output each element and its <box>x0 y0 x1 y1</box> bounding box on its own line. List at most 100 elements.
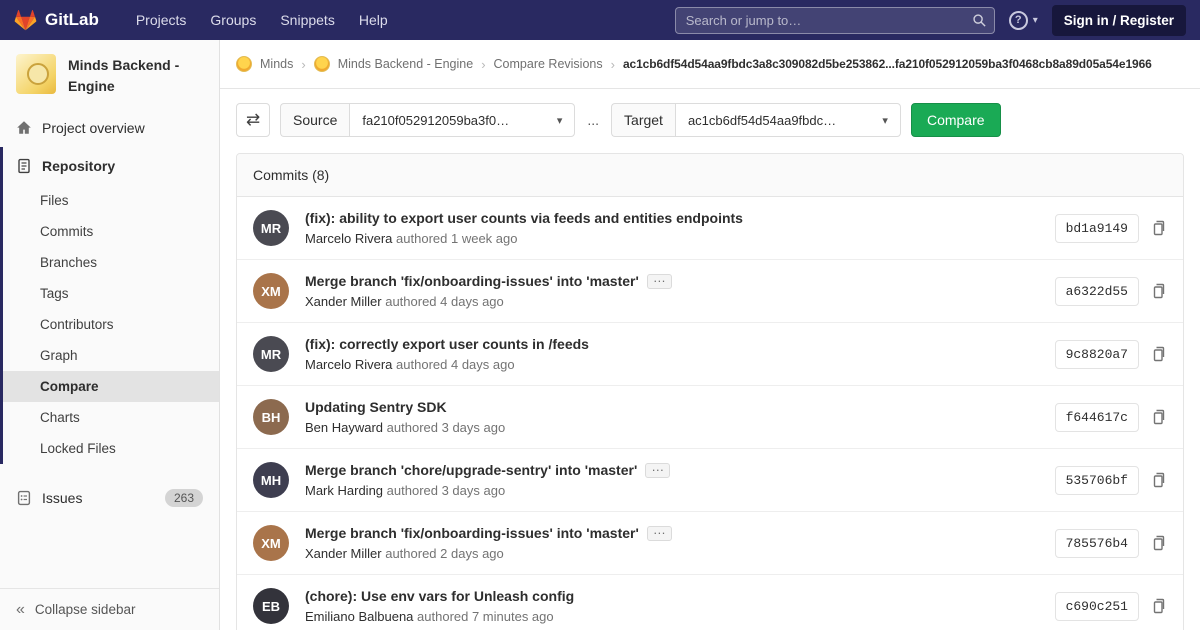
chevron-right-icon: › <box>610 56 615 72</box>
commit-author-link[interactable]: Marcelo Rivera <box>305 231 392 246</box>
sidebar-item-charts[interactable]: Charts <box>3 402 219 433</box>
help-dropdown[interactable]: ? ▾ <box>1008 10 1038 30</box>
project-avatar <box>16 54 56 94</box>
commit-row: XM Merge branch 'fix/onboarding-issues' … <box>237 260 1183 323</box>
copy-commit-sha-button[interactable] <box>1151 409 1167 425</box>
sign-in-register-button[interactable]: Sign in / Register <box>1051 4 1186 36</box>
commit-sha[interactable]: 535706bf <box>1054 465 1139 495</box>
target-ref-dropdown[interactable]: ac1cb6df54d54aa9fbdc… ▾ <box>674 103 901 137</box>
nav-projects[interactable]: Projects <box>125 6 198 34</box>
compare-button[interactable]: Compare <box>910 103 1001 137</box>
commit-title-link[interactable]: Merge branch 'fix/onboarding-issues' int… <box>305 273 639 289</box>
copy-commit-sha-button[interactable] <box>1151 535 1167 551</box>
commit-sha[interactable]: 785576b4 <box>1054 528 1139 558</box>
avatar: MR <box>253 336 289 372</box>
repository-submenu: Files Commits Branches Tags Contributors… <box>3 185 219 464</box>
commit-title-link[interactable]: (chore): Use env vars for Unleash config <box>305 588 574 604</box>
repository-icon <box>16 158 32 174</box>
nav-help[interactable]: Help <box>348 6 399 34</box>
chevron-down-icon: ▾ <box>882 114 888 127</box>
commit-sha[interactable]: bd1a9149 <box>1054 213 1139 243</box>
commit-sha[interactable]: f644617c <box>1054 402 1139 432</box>
nav-snippets[interactable]: Snippets <box>269 6 345 34</box>
commit-author-link[interactable]: Marcelo Rivera <box>305 357 392 372</box>
chevron-right-icon: › <box>301 56 306 72</box>
avatar: MH <box>253 462 289 498</box>
breadcrumb-compare-revisions[interactable]: Compare Revisions <box>494 57 603 71</box>
search-input[interactable] <box>674 6 995 34</box>
commit-author-link[interactable]: Ben Hayward <box>305 420 383 435</box>
avatar: XM <box>253 273 289 309</box>
copy-commit-sha-button[interactable] <box>1151 283 1167 299</box>
copy-commit-sha-button[interactable] <box>1151 220 1167 236</box>
swap-icon: ⇄ <box>245 110 261 129</box>
source-ref-dropdown[interactable]: fa210f052912059ba3f0… ▾ <box>349 103 576 137</box>
commit-meta: Emiliano Balbuena authored 7 minutes ago <box>305 609 1039 624</box>
sidebar-item-graph[interactable]: Graph <box>3 340 219 371</box>
nav-groups[interactable]: Groups <box>199 6 267 34</box>
sidebar-item-commits[interactable]: Commits <box>3 216 219 247</box>
sidebar-item-locked-files[interactable]: Locked Files <box>3 433 219 464</box>
commit-time: authored 3 days ago <box>386 483 506 498</box>
compare-form: ⇄ Source fa210f052912059ba3f0… ▾ ... Tar… <box>220 89 1200 153</box>
commit-author-link[interactable]: Mark Harding <box>305 483 383 498</box>
swap-revisions-button[interactable]: ⇄ <box>236 103 270 137</box>
commit-title-link[interactable]: Merge branch 'fix/onboarding-issues' int… <box>305 525 639 541</box>
commit-row: EB (chore): Use env vars for Unleash con… <box>237 575 1183 630</box>
commit-sha[interactable]: a6322d55 <box>1054 276 1139 306</box>
sidebar-item-label: Project overview <box>42 120 145 136</box>
expand-commit-message-button[interactable]: … <box>646 523 672 541</box>
collapse-label: Collapse sidebar <box>34 602 136 617</box>
commit-title-link[interactable]: Merge branch 'chore/upgrade-sentry' into… <box>305 462 637 478</box>
breadcrumb: Minds › Minds Backend - Engine › Compare… <box>220 40 1200 89</box>
source-label: Source <box>280 103 350 137</box>
sidebar-item-files[interactable]: Files <box>3 185 219 216</box>
collapse-icon: « <box>16 600 25 618</box>
source-ref-value: fa210f052912059ba3f0… <box>362 112 510 128</box>
commit-sha[interactable]: c690c251 <box>1054 591 1139 621</box>
commit-meta: Marcelo Rivera authored 1 week ago <box>305 231 1039 246</box>
commit-time: authored 4 days ago <box>385 294 504 309</box>
help-icon: ? <box>1008 10 1028 30</box>
issues-count-badge: 263 <box>164 489 203 507</box>
commit-author-link[interactable]: Xander Miller <box>305 294 382 309</box>
commit-author-link[interactable]: Xander Miller <box>305 546 382 561</box>
commits-panel: Commits (8) MR (fix): ability to export … <box>236 153 1184 630</box>
commit-title-link[interactable]: (fix): ability to export user counts via… <box>305 210 743 226</box>
commit-meta: Xander Miller authored 2 days ago <box>305 546 1039 561</box>
gitlab-logo[interactable]: GitLab <box>14 9 99 31</box>
sidebar-item-tags[interactable]: Tags <box>3 278 219 309</box>
brand-text: GitLab <box>45 10 99 29</box>
copy-commit-sha-button[interactable] <box>1151 346 1167 362</box>
commit-time: authored 4 days ago <box>396 357 515 372</box>
sidebar-item-repository[interactable]: Repository <box>3 147 219 185</box>
commit-title-link[interactable]: Updating Sentry SDK <box>305 399 447 415</box>
sidebar-nav: Project overview Repository Files Commit… <box>0 109 219 518</box>
breadcrumb-group[interactable]: Minds <box>260 57 293 71</box>
collapse-sidebar-button[interactable]: « Collapse sidebar <box>0 588 219 630</box>
copy-commit-sha-button[interactable] <box>1151 598 1167 614</box>
commit-time: authored 1 week ago <box>396 231 518 246</box>
copy-commit-sha-button[interactable] <box>1151 472 1167 488</box>
project-header[interactable]: Minds Backend - Engine <box>0 40 219 107</box>
expand-commit-message-button[interactable]: … <box>646 271 672 289</box>
sidebar-item-contributors[interactable]: Contributors <box>3 309 219 340</box>
expand-commit-message-button[interactable]: … <box>645 460 671 478</box>
project-name: Minds Backend - Engine <box>68 57 180 94</box>
commit-time: authored 2 days ago <box>385 546 504 561</box>
target-group: Target ac1cb6df54d54aa9fbdc… ▾ <box>611 103 901 137</box>
commit-sha[interactable]: 9c8820a7 <box>1054 339 1139 369</box>
chevron-down-icon: ▾ <box>1032 14 1038 26</box>
commits-header: Commits (8) <box>237 154 1183 197</box>
commit-row: BH Updating Sentry SDK Ben Hayward autho… <box>237 386 1183 449</box>
sidebar-item-compare[interactable]: Compare <box>3 371 219 402</box>
breadcrumb-project[interactable]: Minds Backend - Engine <box>338 57 474 71</box>
sidebar-item-issues[interactable]: Issues 263 <box>0 478 219 518</box>
commit-meta: Xander Miller authored 4 days ago <box>305 294 1039 309</box>
sidebar-item-branches[interactable]: Branches <box>3 247 219 278</box>
commit-author-link[interactable]: Emiliano Balbuena <box>305 609 413 624</box>
sidebar-item-project-overview[interactable]: Project overview <box>0 109 219 147</box>
source-group: Source fa210f052912059ba3f0… ▾ <box>280 103 576 137</box>
search-icon <box>972 13 987 28</box>
commit-title-link[interactable]: (fix): correctly export user counts in /… <box>305 336 589 352</box>
